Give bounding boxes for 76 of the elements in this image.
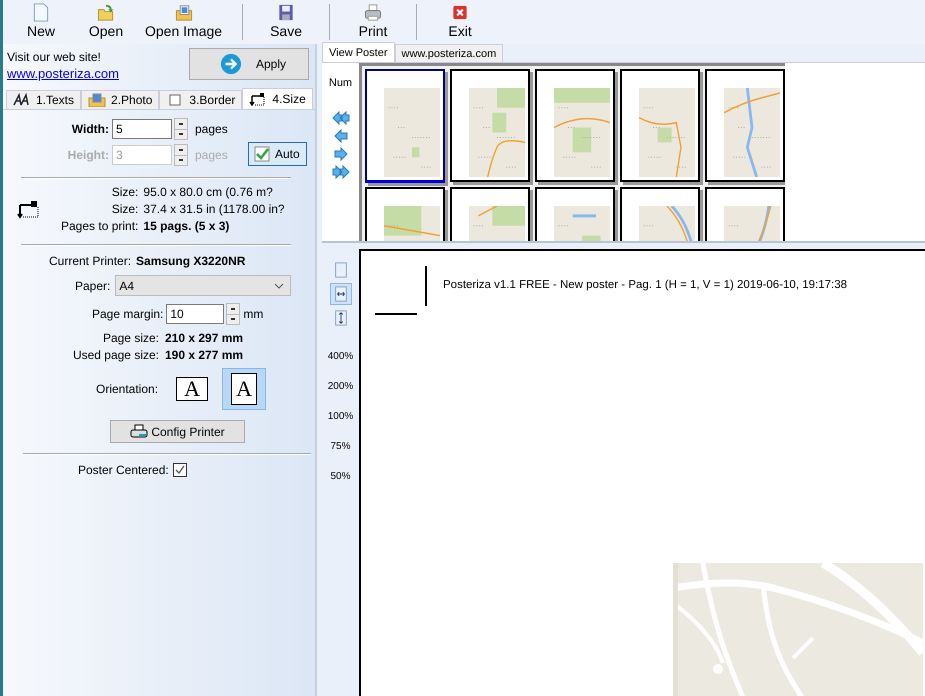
info-value: 37.4 x 31.5 in (1178.00 in? — [143, 202, 285, 216]
info-label: Pages to print: — [61, 219, 138, 233]
printer-icon — [364, 3, 382, 22]
info-label: Size: — [110, 202, 138, 216]
page-thumbnail[interactable] — [535, 69, 615, 182]
document-icon — [32, 3, 50, 22]
unit-label: pages — [195, 122, 228, 136]
size-value: 210 x 297 mm — [165, 331, 244, 345]
margin-label: Page margin: — [92, 307, 164, 321]
page-thumbnail[interactable] — [365, 69, 445, 183]
info-label: Size: — [110, 185, 138, 199]
crop-mark-drawing — [375, 266, 427, 316]
spin-buttons[interactable] — [174, 118, 188, 140]
zoom-level[interactable]: 400% — [328, 343, 354, 369]
close-icon — [451, 3, 470, 22]
toolbar-button[interactable]: Exit — [429, 0, 492, 44]
info-value: 95.0 x 80.0 cm (0.76 m? — [143, 185, 274, 199]
config-printer-button[interactable]: Config Printer — [110, 420, 245, 443]
toolbar-button[interactable]: Save — [255, 0, 318, 44]
unit-label: pages — [195, 148, 228, 162]
website-link[interactable]: www.posteriza.com — [7, 66, 119, 81]
resize-icon — [17, 199, 41, 219]
text-style-icon — [13, 93, 31, 107]
view-mode-button[interactable] — [330, 283, 352, 305]
orientation-label: Orientation: — [96, 382, 158, 396]
zoom-level[interactable]: 75% — [330, 433, 350, 459]
toolbar-button[interactable]: New — [7, 0, 75, 44]
arrow-left-icon[interactable] — [332, 129, 350, 143]
size-value: 190 x 277 mm — [165, 348, 244, 362]
checkbox[interactable] — [172, 463, 187, 477]
website-caption: Visit our web site! — [7, 50, 102, 64]
spin-buttons[interactable] — [226, 303, 240, 325]
tab[interactable]: 4.Size — [242, 88, 313, 109]
double-arrow-left-icon[interactable] — [332, 111, 350, 125]
zoom-level[interactable]: 100% — [328, 403, 354, 429]
page-thumbnail[interactable] — [450, 69, 530, 182]
size-label: Used page size: — [72, 348, 159, 362]
portrait-button[interactable]: A — [222, 368, 266, 410]
page-thumbnail[interactable] — [620, 69, 700, 182]
tab[interactable]: 1.Texts — [6, 90, 82, 109]
tab[interactable]: View Poster — [322, 42, 394, 62]
auto-button[interactable]: Auto — [248, 142, 307, 166]
arrow-right-icon — [220, 53, 242, 75]
toolbar-button[interactable]: Open Image — [137, 0, 230, 44]
tab[interactable]: 2.Photo — [81, 90, 160, 109]
resize-icon — [249, 92, 268, 106]
poster-centered-label: Poster Centered: — [78, 463, 169, 477]
margin-field[interactable]: 10 — [166, 304, 224, 324]
zoom-level[interactable]: 50% — [330, 463, 350, 489]
printer-label: Current Printer: — [49, 254, 132, 268]
field-label: Height: — [66, 148, 109, 162]
size-label: Page size: — [102, 331, 159, 345]
arrow-right-icon[interactable] — [332, 147, 350, 161]
info-value: 15 pags. (5 x 3) — [143, 219, 230, 233]
printer-name: Samsung X3220NR — [136, 254, 246, 268]
photo-icon — [88, 93, 106, 107]
paper-label: Paper: — [75, 278, 110, 292]
unit-label: mm — [243, 307, 264, 321]
image-folder-icon — [174, 3, 193, 22]
caret-icon — [274, 282, 284, 288]
field-label: Width: — [70, 122, 109, 136]
num-label: Num — [328, 77, 352, 89]
spin-buttons[interactable] — [174, 144, 188, 166]
folder-icon — [97, 3, 115, 22]
printer-icon — [130, 424, 148, 440]
landscape-button[interactable]: A — [170, 368, 214, 410]
apply-button[interactable]: Apply — [189, 48, 309, 80]
paper-dropdown[interactable]: A4 — [115, 275, 291, 296]
page-thumbnail[interactable] — [705, 69, 785, 182]
pages-field[interactable]: 5 — [112, 119, 172, 139]
zoom-level[interactable]: 200% — [328, 373, 354, 399]
toolbar-button[interactable]: Open — [75, 0, 137, 44]
tab[interactable]: www.posteriza.com — [394, 44, 504, 62]
tab[interactable]: 3.Border — [159, 90, 242, 109]
double-arrow-right-icon[interactable] — [332, 165, 350, 179]
page-header: Posteriza v1.1 FREE - New poster - Pag. 1 (H = 1, V = 1) 2019-06-10, 19:17:38 — [443, 279, 847, 291]
